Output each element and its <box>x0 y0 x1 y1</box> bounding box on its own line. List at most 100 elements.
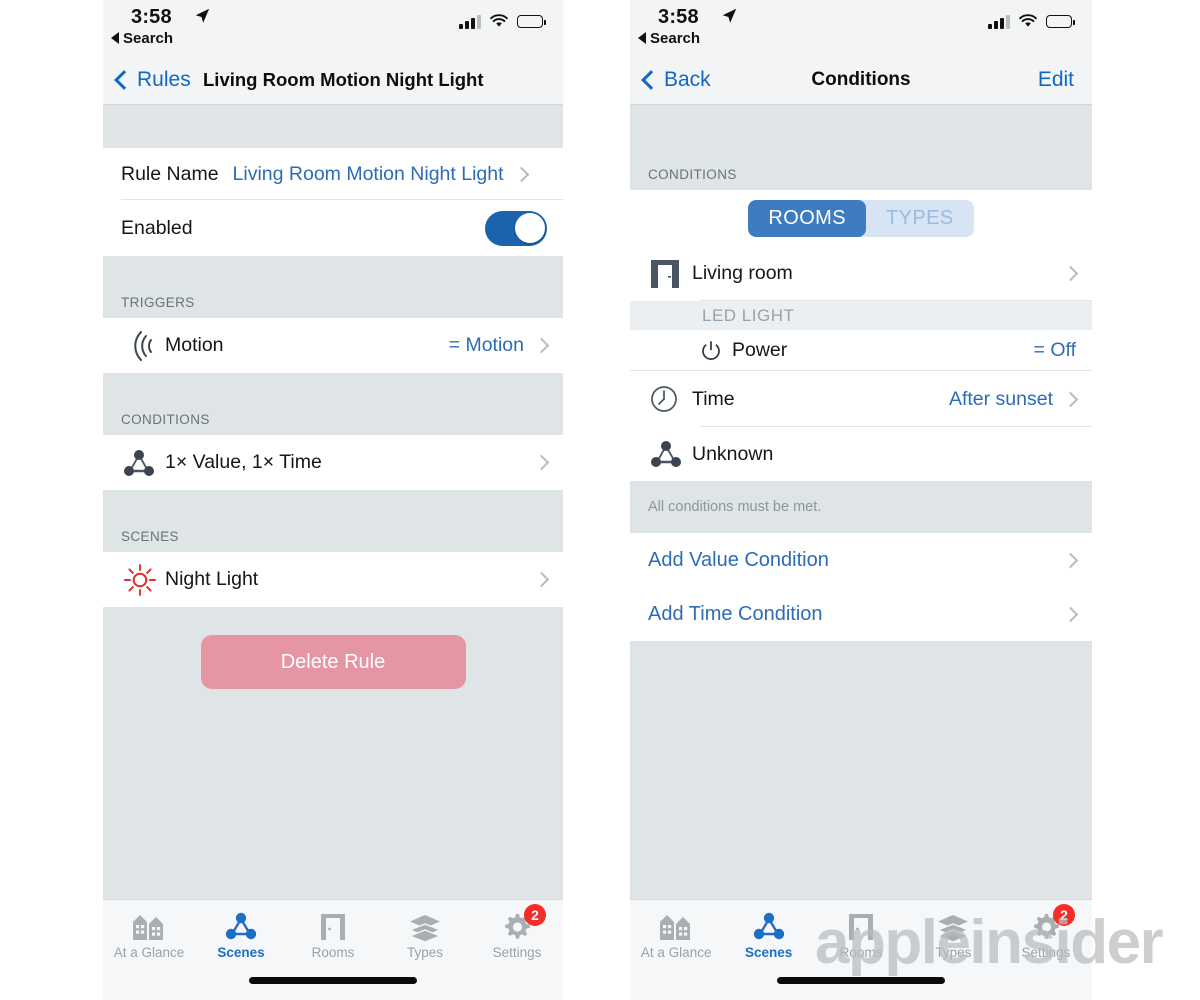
home-indicator <box>249 977 417 984</box>
tab-at-a-glance[interactable]: At a Glance <box>103 900 195 972</box>
home-indicator <box>777 977 945 984</box>
chevron-right-icon <box>1062 391 1079 407</box>
battery-icon <box>517 15 546 28</box>
tab-bar: At a Glance Scenes Rooms Types Settings … <box>630 899 1092 1000</box>
status-back-to-search[interactable]: Search <box>111 30 173 47</box>
conditions-footnote: All conditions must be met. <box>630 481 1092 533</box>
nav-back-label: Back <box>664 68 711 91</box>
tab-scenes[interactable]: Scenes <box>195 900 287 972</box>
chevron-left-icon <box>641 70 661 90</box>
location-arrow-icon <box>722 8 737 23</box>
battery-icon <box>1046 15 1075 28</box>
settings-badge: 2 <box>1053 904 1076 926</box>
door-icon <box>648 257 692 291</box>
tab-label: At a Glance <box>640 945 712 960</box>
power-icon <box>700 340 732 362</box>
scene-label: Night Light <box>165 568 259 590</box>
tab-scenes[interactable]: Scenes <box>722 900 814 972</box>
status-indicators <box>988 14 1075 29</box>
chevron-right-icon <box>533 571 550 588</box>
chevron-right-icon <box>533 337 550 354</box>
location-arrow-icon <box>195 8 210 23</box>
rule-name-row[interactable]: Rule Name Living Room Motion Night Light <box>103 148 563 200</box>
tab-label: Rooms <box>839 945 883 960</box>
screenshot-stage: 3:58 Search Rules Living Room Motion Nig… <box>0 0 1200 1000</box>
tab-label: Rooms <box>311 945 355 960</box>
add-time-condition-row[interactable]: Add Time Condition <box>630 587 1092 641</box>
nav-back-button[interactable]: Back <box>641 56 711 104</box>
status-indicators <box>459 14 546 29</box>
tab-rooms[interactable]: Rooms <box>815 900 907 972</box>
conditions-section-header: CONDITIONS <box>103 373 563 435</box>
add-value-condition-row[interactable]: Add Value Condition <box>630 533 1092 587</box>
nav-back-label: Rules <box>137 68 191 91</box>
scene-nodes-icon <box>225 912 257 940</box>
wifi-icon <box>490 14 508 27</box>
scene-nodes-icon <box>753 912 784 940</box>
chevron-right-icon <box>533 454 550 471</box>
delete-rule-button[interactable]: Delete Rule <box>200 635 466 689</box>
cellular-signal-icon <box>988 14 1010 29</box>
room-row-living-room[interactable]: Living room <box>630 246 1092 301</box>
power-value: = Off <box>1033 339 1076 361</box>
nav-back-button[interactable]: Rules <box>114 56 191 104</box>
scene-nodes-icon <box>121 446 165 480</box>
trigger-row-motion[interactable]: Motion = Motion <box>103 318 563 373</box>
conditions-section-header: CONDITIONS <box>630 105 1092 190</box>
add-time-condition-label: Add Time Condition <box>648 602 823 625</box>
navigation-bar: Rules Living Room Motion Night Light <box>103 56 563 105</box>
door-icon <box>849 914 874 940</box>
tab-rooms[interactable]: Rooms <box>287 900 379 972</box>
back-triangle-icon <box>638 32 646 44</box>
row-separator <box>700 300 1092 301</box>
conditions-summary-label: 1× Value, 1× Time <box>165 451 322 473</box>
bottom-spacer <box>630 641 1092 912</box>
scene-row-night-light[interactable]: Night Light <box>103 552 563 607</box>
delete-section: Delete Rule <box>103 607 563 918</box>
tab-settings[interactable]: Settings 2 <box>471 900 563 972</box>
clock-icon <box>648 383 692 415</box>
unknown-label: Unknown <box>692 442 774 465</box>
conditions-row[interactable]: 1× Value, 1× Time <box>103 435 563 490</box>
tab-settings[interactable]: Settings 2 <box>1000 900 1092 972</box>
segment-types[interactable]: TYPES <box>866 200 974 237</box>
back-triangle-icon <box>111 32 119 44</box>
status-time: 3:58 <box>658 6 699 28</box>
condition-row-power[interactable]: Power = Off <box>630 330 1092 371</box>
chevron-right-icon <box>1062 265 1079 282</box>
status-time: 3:58 <box>131 6 172 28</box>
tab-label: Types <box>406 945 444 960</box>
condition-row-time[interactable]: Time After sunset <box>630 371 1092 427</box>
toggle-knob <box>514 213 545 243</box>
phone-screen-conditions: 3:58 Search Back Conditions Edit CONDITI… <box>630 0 1092 1000</box>
top-spacer <box>103 105 563 148</box>
chevron-right-icon <box>1062 552 1079 568</box>
enabled-row[interactable]: Enabled <box>103 200 563 256</box>
tab-label: Scenes <box>217 945 265 960</box>
time-label: Time <box>692 387 735 410</box>
tab-types[interactable]: Types <box>379 900 471 972</box>
chevron-left-icon <box>114 70 134 90</box>
settings-badge: 2 <box>524 904 546 926</box>
status-back-to-search[interactable]: Search <box>638 30 700 47</box>
time-value: After sunset <box>948 387 1053 410</box>
condition-row-unknown[interactable]: Unknown <box>630 427 1092 481</box>
segmented-control-container: ROOMS TYPES <box>630 190 1092 246</box>
triggers-section-header: TRIGGERS <box>103 256 563 318</box>
sun-icon <box>121 562 165 598</box>
segment-rooms[interactable]: ROOMS <box>748 199 866 237</box>
tab-label: Settings <box>492 945 542 960</box>
wifi-icon <box>1019 14 1037 27</box>
trigger-value: = Motion <box>448 334 524 356</box>
scene-nodes-icon <box>648 437 692 471</box>
edit-button[interactable]: Edit <box>1038 56 1074 104</box>
rule-name-value: Living Room Motion Night Light <box>232 162 504 185</box>
enabled-toggle[interactable] <box>485 210 547 246</box>
tab-at-a-glance[interactable]: At a Glance <box>630 900 722 972</box>
cellular-signal-icon <box>459 14 481 29</box>
rooms-types-segmented-control[interactable]: ROOMS TYPES <box>748 199 974 237</box>
tab-label: Scenes <box>744 945 793 960</box>
tab-types[interactable]: Types <box>907 900 999 972</box>
layers-icon <box>408 915 442 942</box>
chevron-right-icon <box>1062 606 1079 622</box>
